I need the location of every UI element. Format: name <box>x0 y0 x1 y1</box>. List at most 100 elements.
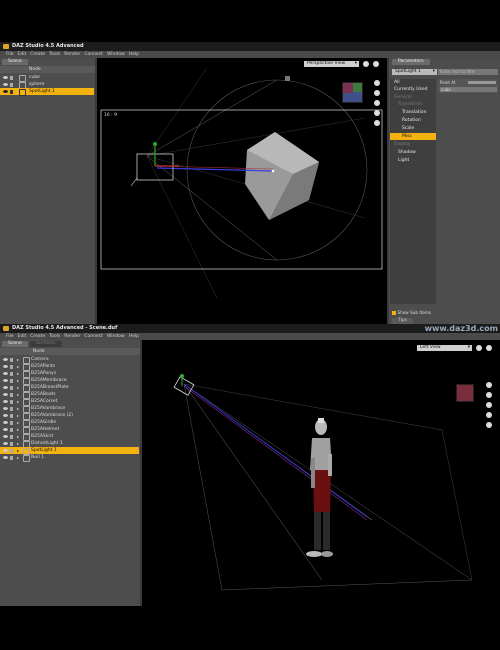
viewport-top[interactable]: 16 : 9 Perspective View <box>97 58 387 324</box>
tree-row[interactable]: ▸ B25AVambrace (2) <box>0 412 139 420</box>
view-cube-icon[interactable] <box>476 345 482 351</box>
view-cube[interactable] <box>342 82 363 103</box>
eye-icon[interactable] <box>3 364 8 368</box>
menu-edit[interactable]: Edit <box>18 333 27 340</box>
menu-file[interactable]: File <box>6 51 14 58</box>
frame-icon[interactable] <box>486 412 492 418</box>
lock-icon[interactable] <box>10 448 13 453</box>
expand-arrow-icon[interactable]: ▸ <box>17 398 19 405</box>
eye-icon[interactable] <box>3 427 8 431</box>
expand-arrow-icon[interactable]: ▸ <box>17 412 19 419</box>
category-all[interactable]: All <box>390 79 436 86</box>
lock-icon[interactable] <box>10 371 13 376</box>
category-general[interactable]: General <box>390 94 436 101</box>
menu-tools[interactable]: Tools <box>49 333 60 340</box>
tree-row[interactable]: ▸ B25AGirdle <box>0 419 139 427</box>
eye-icon[interactable] <box>3 455 8 459</box>
eye-icon[interactable] <box>3 82 8 86</box>
lock-icon[interactable] <box>10 82 13 87</box>
tree-row[interactable]: ▸ SpotLight 1 <box>0 447 139 455</box>
menu-icon[interactable] <box>373 61 379 67</box>
lock-icon[interactable] <box>10 399 13 404</box>
view-cube[interactable] <box>456 384 474 402</box>
category-scale[interactable]: Scale <box>390 125 436 132</box>
eye-icon[interactable] <box>3 75 8 79</box>
expand-arrow-icon[interactable]: ▸ <box>17 405 19 412</box>
lock-icon[interactable] <box>10 364 13 369</box>
category-shadow[interactable]: Shadow <box>390 149 436 156</box>
tab-scene[interactable]: Scene <box>2 59 28 65</box>
expand-arrow-icon[interactable]: ▸ <box>17 391 19 398</box>
tree-row[interactable]: ▸ DistantLight 1 <box>0 440 139 448</box>
tree-row[interactable]: ▸ B25AHelmet <box>0 426 139 434</box>
rotate-icon[interactable] <box>374 120 380 126</box>
tree-row[interactable]: ▸ B25APants <box>0 363 139 371</box>
eye-icon[interactable] <box>3 434 8 438</box>
lock-icon[interactable] <box>10 75 13 80</box>
eye-icon[interactable] <box>3 399 8 403</box>
eye-icon[interactable] <box>3 392 8 396</box>
tree-row[interactable]: ▸ B25ASkirt <box>0 433 139 441</box>
pan-icon[interactable] <box>486 402 492 408</box>
menu-file[interactable]: File <box>6 333 14 340</box>
point-at-field[interactable]: Point At cube <box>438 79 498 93</box>
zoom-icon[interactable] <box>374 90 380 96</box>
expand-arrow-icon[interactable]: ▸ <box>17 363 19 370</box>
menu-tools[interactable]: Tools <box>49 51 60 58</box>
lock-icon[interactable] <box>10 357 13 362</box>
expand-arrow-icon[interactable]: ▸ <box>17 447 19 454</box>
camera-select[interactable]: Perspective View <box>304 61 359 67</box>
tree-row[interactable]: ▸ B25AMembrace <box>0 377 139 385</box>
show-sub-items[interactable]: Show Sub Items <box>392 310 431 316</box>
lock-icon[interactable] <box>10 392 13 397</box>
category-currently-used[interactable]: Currently Used <box>390 86 436 93</box>
menu-connect[interactable]: Connect <box>84 333 103 340</box>
menu-help[interactable]: Help <box>129 333 139 340</box>
view-cube-icon[interactable] <box>363 61 369 67</box>
expand-arrow-icon[interactable]: ▸ <box>17 433 19 440</box>
tree-row-spotlight[interactable]: SpotLight 1 <box>0 88 94 96</box>
eye-icon[interactable] <box>3 371 8 375</box>
point-at-slider[interactable] <box>468 81 496 84</box>
lock-icon[interactable] <box>10 385 13 390</box>
lock-icon[interactable] <box>10 406 13 411</box>
rotate-icon[interactable] <box>486 422 492 428</box>
node-select[interactable]: SpotLight 1 <box>392 69 437 75</box>
menu-help[interactable]: Help <box>129 51 139 58</box>
eye-icon[interactable] <box>3 413 8 417</box>
category-display[interactable]: Display <box>390 141 436 148</box>
eye-icon[interactable] <box>3 378 8 382</box>
category-translation[interactable]: Translation <box>390 109 436 116</box>
tab-surfaces[interactable]: Surfaces <box>30 341 62 347</box>
tree-row-cube[interactable]: cube <box>0 74 94 82</box>
frame-icon[interactable] <box>374 110 380 116</box>
lock-icon[interactable] <box>10 413 13 418</box>
category-light[interactable]: Light <box>390 157 436 164</box>
orbit-icon[interactable] <box>486 382 492 388</box>
eye-icon[interactable] <box>3 448 8 452</box>
tree-row[interactable]: ▸ B25ABreastPlate <box>0 384 139 392</box>
expand-arrow-icon[interactable]: ▸ <box>17 370 19 377</box>
expand-arrow-icon[interactable]: ▸ <box>17 384 19 391</box>
menu-window[interactable]: Window <box>107 51 125 58</box>
lock-icon[interactable] <box>10 89 13 94</box>
menu-connect[interactable]: Connect <box>84 51 103 58</box>
pan-icon[interactable] <box>374 100 380 106</box>
lock-icon[interactable] <box>10 427 13 432</box>
expand-arrow-icon[interactable]: ▸ <box>17 440 19 447</box>
tree-row[interactable]: ▸ B25ABoots <box>0 391 139 399</box>
orbit-icon[interactable] <box>374 80 380 86</box>
eye-icon[interactable] <box>3 89 8 93</box>
tree-row[interactable]: ▸ Null 1 <box>0 454 139 462</box>
zoom-icon[interactable] <box>486 392 492 398</box>
checkbox-icon[interactable] <box>392 310 396 315</box>
category-transforms[interactable]: Transforms <box>390 101 436 108</box>
expand-arrow-icon[interactable]: ▸ <box>17 356 19 363</box>
tree-row[interactable]: ▸ B25ACorset <box>0 398 139 406</box>
menu-render[interactable]: Render <box>64 51 80 58</box>
tree-row-sphere[interactable]: sphere <box>0 81 94 89</box>
category-rotation[interactable]: Rotation <box>390 117 436 124</box>
menu-icon[interactable] <box>486 345 492 351</box>
camera-select[interactable]: Left View <box>417 345 472 351</box>
menu-create[interactable]: Create <box>30 51 45 58</box>
